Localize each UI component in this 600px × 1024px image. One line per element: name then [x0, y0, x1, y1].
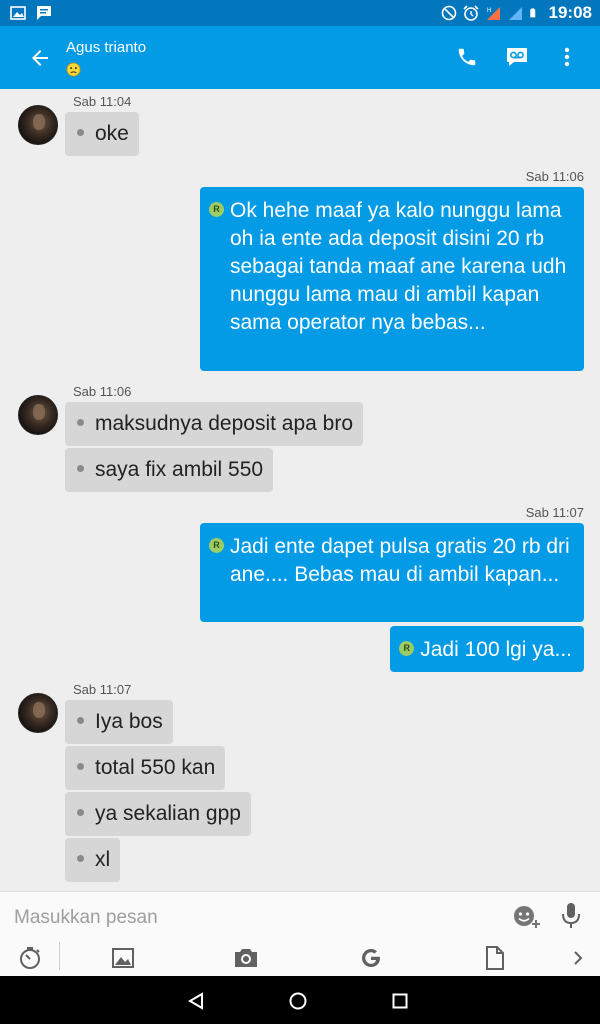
message-list[interactable]: Sab 11:04 oke Sab 11:06 R Ok hehe maaf y… — [0, 89, 600, 891]
more-attachments-button[interactable] — [564, 944, 592, 972]
sent-status-icon: R — [399, 641, 415, 656]
sent-status-icon: R — [209, 538, 224, 553]
message-composer — [0, 891, 600, 976]
nav-recents-button[interactable] — [387, 988, 413, 1014]
camera-icon — [235, 949, 257, 967]
sender-dot-icon — [77, 809, 84, 816]
google-button[interactable] — [357, 944, 385, 972]
contact-avatar[interactable] — [18, 693, 58, 733]
document-button[interactable] — [481, 944, 509, 972]
incoming-message[interactable]: xl — [65, 838, 121, 882]
message-text: maksudnya deposit apa bro — [95, 412, 353, 435]
voicemail-button[interactable] — [504, 44, 530, 70]
battery-icon — [529, 8, 535, 18]
microphone-icon[interactable] — [560, 902, 582, 930]
system-navigation-bar — [0, 976, 600, 1024]
google-icon — [362, 949, 380, 967]
message-text: Iya bos — [95, 710, 163, 733]
gallery-button[interactable] — [109, 944, 137, 972]
outgoing-message[interactable]: R Jadi 100 lgi ya... — [390, 626, 584, 672]
back-arrow-icon[interactable] — [28, 46, 52, 70]
sender-dot-icon — [77, 419, 84, 426]
message-input[interactable] — [14, 904, 484, 932]
nav-recents-icon — [392, 993, 408, 1009]
phone-icon — [458, 48, 476, 66]
message-timestamp: Sab 11:04 — [73, 94, 132, 109]
overflow-menu-button[interactable] — [554, 44, 580, 70]
do-not-disturb-icon — [441, 5, 456, 21]
conversation-header: Agus trianto — [0, 26, 600, 89]
incoming-message[interactable]: maksudnya deposit apa bro — [65, 402, 363, 446]
chevron-right-icon — [574, 951, 583, 965]
document-icon — [486, 946, 504, 970]
sender-dot-icon — [77, 763, 84, 770]
network-type-label: H — [487, 8, 491, 14]
toolbar-divider — [59, 942, 60, 970]
incoming-message[interactable]: Iya bos — [65, 700, 173, 744]
message-text: ya sekalian gpp — [95, 802, 241, 825]
timer-icon — [20, 947, 40, 969]
incoming-message[interactable]: oke — [65, 112, 139, 156]
message-text: xl — [95, 848, 111, 871]
outgoing-message[interactable]: R Jadi ente dapet pulsa gratis 20 rb dri… — [200, 523, 584, 622]
status-bar: H 19:08 — [0, 0, 600, 26]
emoji-add-icon[interactable] — [512, 904, 542, 930]
message-timestamp: Sab 11:06 — [73, 384, 132, 399]
message-icon — [37, 6, 51, 20]
nav-home-icon — [289, 992, 307, 1010]
sender-dot-icon — [77, 465, 84, 472]
incoming-message[interactable]: ya sekalian gpp — [65, 792, 251, 836]
message-text: saya fix ambil 550 — [95, 458, 264, 481]
timer-button[interactable] — [16, 944, 44, 972]
gallery-icon — [112, 948, 134, 968]
nav-back-icon — [188, 992, 203, 1010]
video-message-icon — [507, 48, 527, 66]
clock: 19:08 — [548, 3, 592, 22]
image-icon — [10, 6, 26, 20]
message-timestamp: Sab 11:06 — [525, 169, 584, 184]
sent-status-icon: R — [209, 202, 224, 217]
nav-back-button[interactable] — [183, 988, 209, 1014]
message-timestamp: Sab 11:07 — [525, 505, 584, 520]
contact-avatar[interactable] — [18, 395, 58, 435]
confused-face-icon — [66, 62, 81, 77]
nav-home-button[interactable] — [285, 988, 311, 1014]
message-timestamp: Sab 11:07 — [73, 682, 132, 697]
message-text: Jadi 100 lgi ya... — [420, 638, 572, 661]
contact-name[interactable]: Agus trianto — [66, 39, 146, 56]
signal-icon: H — [486, 7, 500, 20]
camera-button[interactable] — [232, 944, 260, 972]
message-text: oke — [95, 122, 129, 145]
call-button[interactable] — [454, 44, 480, 70]
signal-secondary-icon — [508, 7, 522, 20]
message-text: Jadi ente dapet pulsa gratis 20 rb dri a… — [230, 535, 570, 586]
sender-dot-icon — [77, 717, 84, 724]
sender-dot-icon — [77, 129, 84, 136]
incoming-message[interactable]: saya fix ambil 550 — [65, 448, 274, 492]
attachment-toolbar — [0, 940, 600, 976]
incoming-message[interactable]: total 550 kan — [65, 746, 226, 790]
sender-dot-icon — [77, 855, 84, 862]
more-vert-icon — [564, 47, 570, 67]
outgoing-message[interactable]: R Ok hehe maaf ya kalo nunggu lama oh ia… — [200, 187, 584, 371]
message-text: Ok hehe maaf ya kalo nunggu lama oh ia e… — [230, 199, 567, 334]
message-text: total 550 kan — [95, 756, 216, 779]
contact-avatar[interactable] — [18, 105, 58, 145]
alarm-icon — [462, 5, 479, 21]
